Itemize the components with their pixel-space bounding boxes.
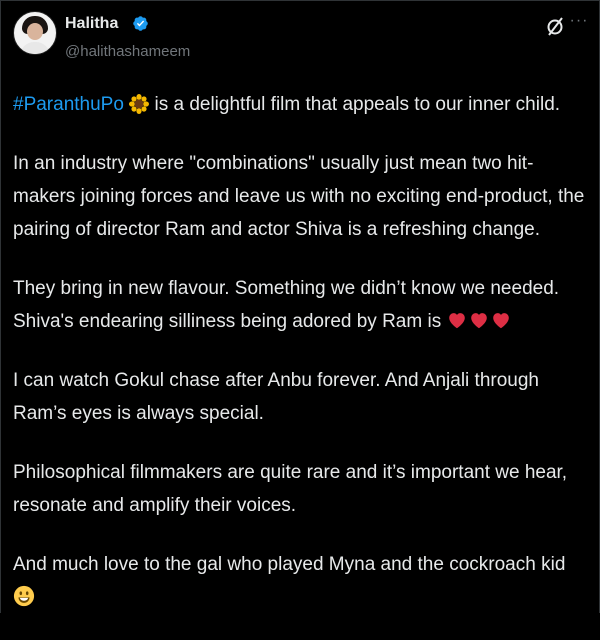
paragraph-6: And much love to the gal who played Myna… [13,548,589,614]
paragraph-3-line-2: Shiva's endearing silliness being adored… [13,311,447,332]
verified-badge-icon [133,16,148,31]
post-card: Halitha @halithashameem ··· #ParanthuPo [0,0,600,613]
author-handle[interactable]: @halithashameem [65,43,190,60]
more-icon[interactable]: ··· [569,11,589,31]
hashtag-link[interactable]: #ParanthuPo [13,94,124,115]
red-heart-emoji [493,313,510,329]
paragraph-2: In an industry where "combinations" usua… [13,153,585,240]
smiling-face-emoji [13,585,35,607]
paragraph-1-text: is a delightful film that appeals to our… [149,94,561,115]
paragraph-3-line-1: They bring in new flavour. Something we … [13,278,560,299]
grok-icon[interactable] [545,15,565,37]
post-header: Halitha @halithashameem ··· [13,9,589,67]
paragraph-3: They bring in new flavour. Something we … [13,272,589,338]
paragraph-6-text: And much love to the gal who played Myna… [13,554,566,575]
sunflower-emoji [129,94,150,114]
paragraph-1: #ParanthuPo is a delightful film that ap… [13,88,589,121]
paragraph-4: I can watch Gokul chase after Anbu forev… [13,370,539,424]
red-heart-emoji [449,313,466,329]
paragraph-5: Philosophical filmmakers are quite rare … [13,462,568,516]
author-name[interactable]: Halitha [65,15,118,33]
avatar[interactable] [13,11,57,55]
post-text: #ParanthuPo is a delightful film that ap… [13,88,589,640]
red-heart-emoji [471,313,488,329]
